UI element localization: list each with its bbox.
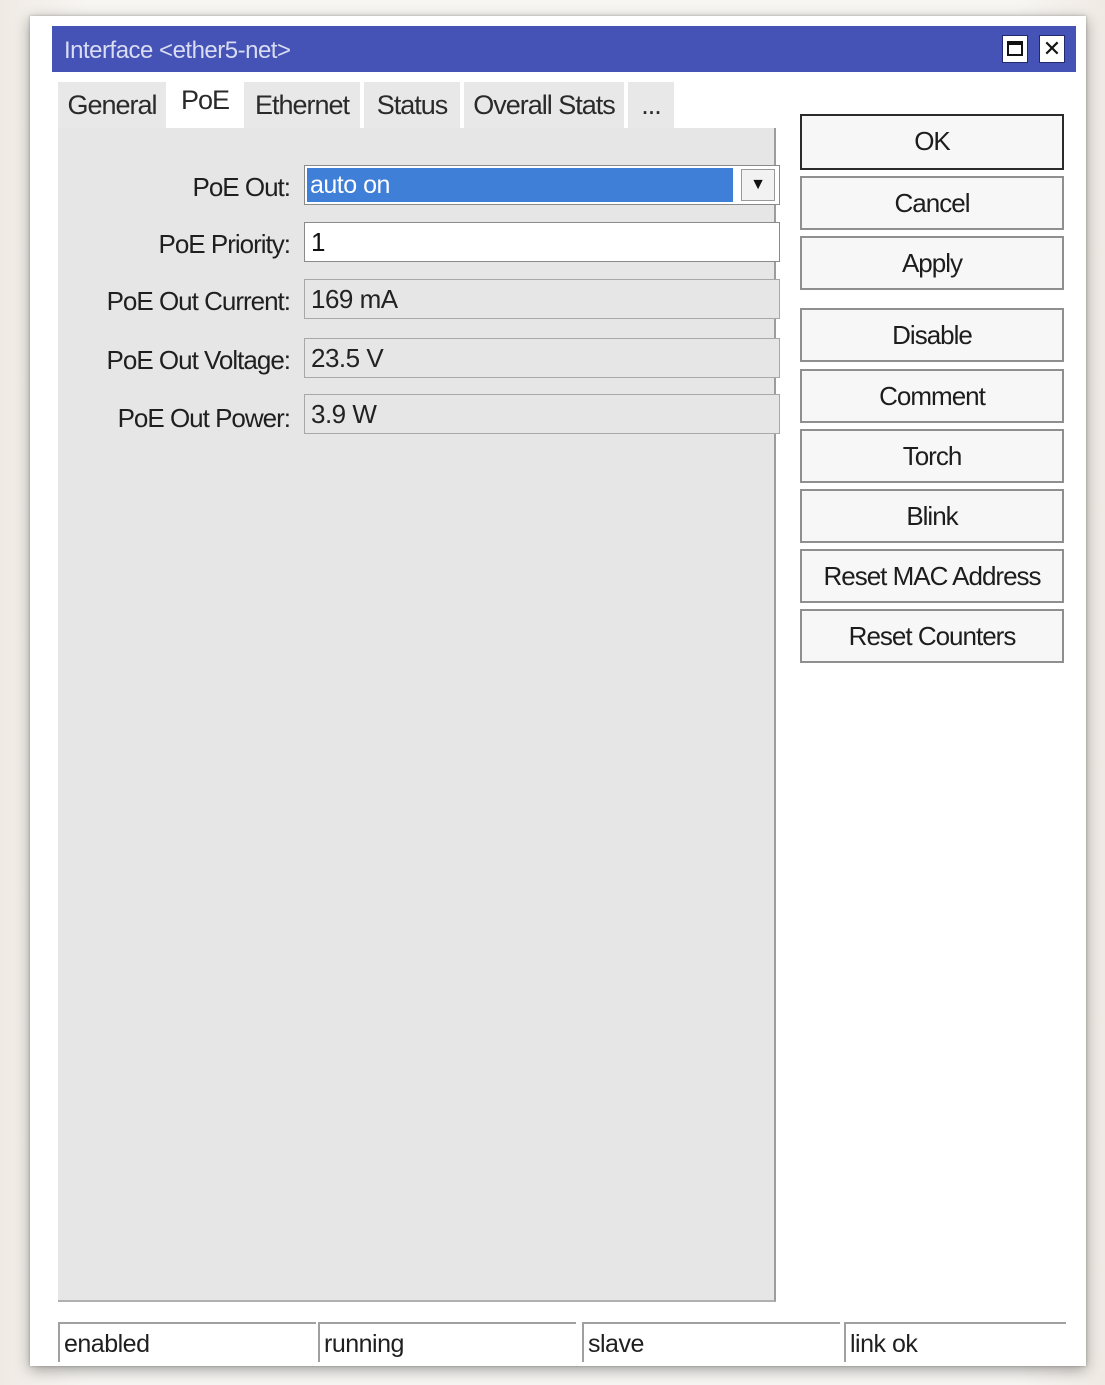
apply-button[interactable]: Apply bbox=[800, 236, 1064, 290]
ok-button[interactable]: OK bbox=[800, 114, 1064, 170]
comment-button[interactable]: Comment bbox=[800, 369, 1064, 423]
title-bar[interactable]: Interface <ether5-net> ✕ bbox=[52, 26, 1076, 72]
poe-out-power-label: PoE Out Power: bbox=[117, 403, 291, 433]
interface-dialog: Interface <ether5-net> ✕ General PoE Eth… bbox=[30, 16, 1086, 1366]
reset-mac-address-button[interactable]: Reset MAC Address bbox=[800, 549, 1064, 603]
maximize-icon bbox=[1007, 41, 1023, 56]
status-enabled: enabled bbox=[58, 1322, 316, 1362]
maximize-button[interactable] bbox=[1002, 35, 1028, 63]
dropdown-arrow-icon[interactable]: ▼ bbox=[741, 169, 775, 201]
reset-counters-button[interactable]: Reset Counters bbox=[800, 609, 1064, 663]
dialog-body: General PoE Ethernet Status Overall Stat… bbox=[52, 72, 1076, 1362]
poe-out-value: auto on bbox=[307, 168, 733, 202]
status-link: link ok bbox=[844, 1322, 1066, 1362]
poe-priority-label: PoE Priority: bbox=[158, 229, 291, 259]
close-button[interactable]: ✕ bbox=[1039, 35, 1065, 63]
poe-priority-input[interactable]: 1 bbox=[304, 222, 780, 262]
disable-button[interactable]: Disable bbox=[800, 308, 1064, 362]
tab-more[interactable]: ... bbox=[628, 82, 674, 128]
poe-out-voltage-field: 23.5 V bbox=[304, 338, 780, 378]
close-icon: ✕ bbox=[1042, 36, 1062, 61]
tab-overall-stats[interactable]: Overall Stats bbox=[464, 82, 624, 128]
poe-out-voltage-label: PoE Out Voltage: bbox=[106, 345, 291, 375]
tab-status[interactable]: Status bbox=[364, 82, 460, 128]
poe-out-current-field: 169 mA bbox=[304, 279, 780, 319]
poe-out-power-field: 3.9 W bbox=[304, 394, 780, 434]
status-slave: slave bbox=[582, 1322, 840, 1362]
torch-button[interactable]: Torch bbox=[800, 429, 1064, 483]
poe-out-select[interactable]: auto on ▼ bbox=[304, 165, 780, 205]
blink-button[interactable]: Blink bbox=[800, 489, 1064, 543]
poe-out-label: PoE Out: bbox=[192, 172, 291, 202]
form-labels: PoE Out: PoE Priority: PoE Out Current: … bbox=[52, 72, 291, 472]
window-title: Interface <ether5-net> bbox=[64, 37, 291, 64]
cancel-button[interactable]: Cancel bbox=[800, 176, 1064, 230]
status-running: running bbox=[318, 1322, 576, 1362]
poe-out-current-label: PoE Out Current: bbox=[106, 286, 291, 316]
